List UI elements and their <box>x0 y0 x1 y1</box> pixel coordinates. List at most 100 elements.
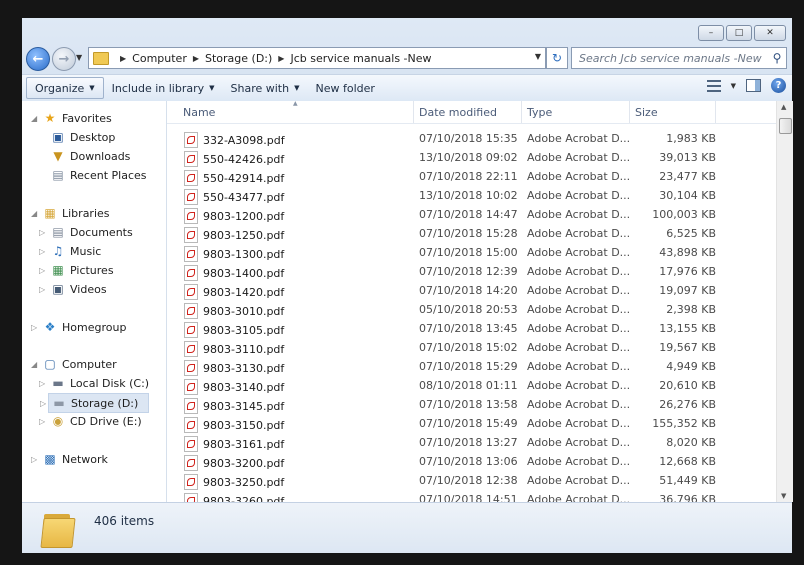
breadcrumb-computer[interactable]: Computer <box>132 52 187 65</box>
file-name-cell[interactable]: 550-43477.pdf <box>184 189 284 205</box>
maximize-icon[interactable]: □ <box>726 25 752 41</box>
file-row[interactable]: 550-42426.pdf 13/10/2018 09:02 Adobe Acrob… <box>167 148 776 167</box>
nav-pictures[interactable]: ▷ ▦ Pictures <box>39 261 114 279</box>
file-row[interactable]: 9803-3145.pdf 07/10/2018 13:58 Adobe Acrob… <box>167 395 776 414</box>
collapse-arrow-icon[interactable]: ◢ <box>31 209 37 218</box>
minimize-icon[interactable]: – <box>698 25 724 41</box>
file-row[interactable]: 9803-1420.pdf 07/10/2018 14:20 Adobe Acrob… <box>167 281 776 300</box>
file-row[interactable]: 9803-3250.pdf 07/10/2018 12:38 Adobe Acrob… <box>167 471 776 490</box>
expand-arrow-icon[interactable]: ▷ <box>39 228 45 237</box>
nav-cd-drive[interactable]: ▷ ◉ CD Drive (E:) <box>39 412 142 430</box>
collapse-arrow-icon[interactable]: ◢ <box>31 114 37 123</box>
file-name-cell[interactable]: 9803-3150.pdf <box>184 417 284 433</box>
collapse-arrow-icon[interactable]: ◢ <box>31 360 37 369</box>
preview-pane-icon[interactable] <box>746 79 761 92</box>
nav-documents[interactable]: ▷ ▤ Documents <box>39 223 133 241</box>
breadcrumb-chevron-icon[interactable]: ▶ <box>193 54 199 63</box>
file-name-cell[interactable]: 9803-1200.pdf <box>184 208 284 224</box>
file-name-cell[interactable]: 9803-1400.pdf <box>184 265 284 281</box>
file-row[interactable]: 550-42914.pdf 07/10/2018 22:11 Adobe Acrob… <box>167 167 776 186</box>
refresh-button[interactable]: ↻ <box>546 47 568 69</box>
expand-arrow-icon[interactable]: ▷ <box>31 455 37 464</box>
file-row[interactable]: 9803-1400.pdf 07/10/2018 12:39 Adobe Acrob… <box>167 262 776 281</box>
file-row[interactable]: 9803-1200.pdf 07/10/2018 14:47 Adobe Acrob… <box>167 205 776 224</box>
file-name-cell[interactable]: 9803-3010.pdf <box>184 303 284 319</box>
nav-music[interactable]: ▷ ♫ Music <box>39 242 101 260</box>
expand-arrow-icon[interactable]: ▷ <box>39 285 45 294</box>
column-header-type[interactable]: Type <box>527 106 552 119</box>
expand-arrow-icon[interactable]: ▷ <box>39 417 45 426</box>
file-row[interactable]: 550-43477.pdf 13/10/2018 10:02 Adobe Acrob… <box>167 186 776 205</box>
file-name-cell[interactable]: 9803-3105.pdf <box>184 322 284 338</box>
file-row[interactable]: 9803-3260.pdf 07/10/2018 14:51 Adobe Acrob… <box>167 490 776 502</box>
file-row[interactable]: 9803-3010.pdf 05/10/2018 20:53 Adobe Acrob… <box>167 300 776 319</box>
file-name-cell[interactable]: 332-A3098.pdf <box>184 132 285 148</box>
file-row[interactable]: 9803-3110.pdf 07/10/2018 15:02 Adobe Acrob… <box>167 338 776 357</box>
breadcrumb-chevron-icon[interactable]: ▶ <box>120 54 126 63</box>
scrollbar-thumb[interactable] <box>779 118 792 134</box>
file-row[interactable]: 9803-3161.pdf 07/10/2018 13:27 Adobe Acrob… <box>167 433 776 452</box>
nav-computer[interactable]: ◢ ▢ Computer <box>31 355 117 373</box>
file-name-cell[interactable]: 9803-3145.pdf <box>184 398 284 414</box>
file-name-cell[interactable]: 9803-3161.pdf <box>184 436 284 452</box>
file-name-cell[interactable]: 9803-1250.pdf <box>184 227 284 243</box>
file-row[interactable]: 332-A3098.pdf 07/10/2018 15:35 Adobe Acrob… <box>167 129 776 148</box>
expand-arrow-icon[interactable]: ▷ <box>39 266 45 275</box>
file-name-cell[interactable]: 9803-3140.pdf <box>184 379 284 395</box>
breadcrumb-storage[interactable]: Storage (D:) <box>205 52 272 65</box>
column-divider[interactable] <box>629 101 630 123</box>
column-header-name[interactable]: Name <box>183 106 215 119</box>
nav-recent-places[interactable]: ▤ Recent Places <box>50 166 146 184</box>
scroll-down-icon[interactable]: ▼ <box>781 492 786 500</box>
address-history-dropdown[interactable]: ▼ <box>535 52 541 61</box>
expand-arrow-icon[interactable]: ▷ <box>31 323 37 332</box>
back-button[interactable]: ← <box>26 47 50 71</box>
column-divider[interactable] <box>715 101 716 123</box>
column-divider[interactable] <box>413 101 414 123</box>
nav-videos[interactable]: ▷ ▣ Videos <box>39 280 107 298</box>
file-name-cell[interactable]: 9803-3250.pdf <box>184 474 284 490</box>
address-bar[interactable]: ▶ Computer ▶ Storage (D:) ▶ Jcb service … <box>88 47 546 69</box>
help-icon[interactable]: ? <box>771 78 786 93</box>
nav-desktop[interactable]: ▣ Desktop <box>50 128 115 146</box>
nav-storage-selected[interactable]: ▷ ▬ Storage (D:) <box>40 393 150 413</box>
change-view-icon[interactable] <box>706 79 721 92</box>
nav-libraries[interactable]: ◢ ▦ Libraries <box>31 204 110 222</box>
file-row[interactable]: 9803-3150.pdf 07/10/2018 15:49 Adobe Acrob… <box>167 414 776 433</box>
scroll-up-icon[interactable]: ▲ <box>781 103 786 111</box>
nav-downloads[interactable]: ▼ Downloads <box>50 147 130 165</box>
nav-network[interactable]: ▷ ▩ Network <box>31 450 108 468</box>
file-name-cell[interactable]: 9803-1420.pdf <box>184 284 284 300</box>
file-row[interactable]: 9803-3140.pdf 08/10/2018 01:11 Adobe Acrob… <box>167 376 776 395</box>
expand-arrow-icon[interactable]: ▷ <box>40 399 46 408</box>
recent-pages-dropdown[interactable]: ▼ <box>76 53 82 62</box>
nav-homegroup[interactable]: ▷ ❖ Homegroup <box>31 318 126 336</box>
breadcrumb-chevron-icon[interactable]: ▶ <box>278 54 284 63</box>
search-box[interactable]: ⚲ <box>571 47 787 69</box>
organize-button[interactable]: Organize ▼ <box>26 77 104 99</box>
column-header-date[interactable]: Date modified <box>419 106 497 119</box>
file-row[interactable]: 9803-3130.pdf 07/10/2018 15:29 Adobe Acrob… <box>167 357 776 376</box>
nav-favorites[interactable]: ◢ ★ Favorites <box>31 109 112 127</box>
search-icon[interactable]: ⚲ <box>768 51 786 65</box>
new-folder-button[interactable]: New folder <box>307 78 382 98</box>
expand-arrow-icon[interactable]: ▷ <box>39 379 45 388</box>
view-options-dropdown-icon[interactable]: ▼ <box>731 82 736 90</box>
share-with-button[interactable]: Share with ▼ <box>223 78 308 98</box>
column-header-size[interactable]: Size <box>635 106 658 119</box>
forward-button[interactable]: → <box>52 47 76 71</box>
file-name-cell[interactable]: 9803-3200.pdf <box>184 455 284 471</box>
breadcrumb-current-folder[interactable]: Jcb service manuals -New <box>290 52 431 65</box>
file-name-cell[interactable]: 9803-3130.pdf <box>184 360 284 376</box>
file-row[interactable]: 9803-1250.pdf 07/10/2018 15:28 Adobe Acrob… <box>167 224 776 243</box>
file-name-cell[interactable]: 550-42914.pdf <box>184 170 284 186</box>
expand-arrow-icon[interactable]: ▷ <box>39 247 45 256</box>
file-name-cell[interactable]: 550-42426.pdf <box>184 151 284 167</box>
file-name-cell[interactable]: 9803-3260.pdf <box>184 493 284 502</box>
file-row[interactable]: 9803-1300.pdf 07/10/2018 15:00 Adobe Acrob… <box>167 243 776 262</box>
file-name-cell[interactable]: 9803-1300.pdf <box>184 246 284 262</box>
search-input[interactable] <box>577 50 768 66</box>
file-row[interactable]: 9803-3105.pdf 07/10/2018 13:45 Adobe Acrob… <box>167 319 776 338</box>
close-icon[interactable]: ✕ <box>754 25 786 41</box>
file-row[interactable]: 9803-3200.pdf 07/10/2018 13:06 Adobe Acrob… <box>167 452 776 471</box>
